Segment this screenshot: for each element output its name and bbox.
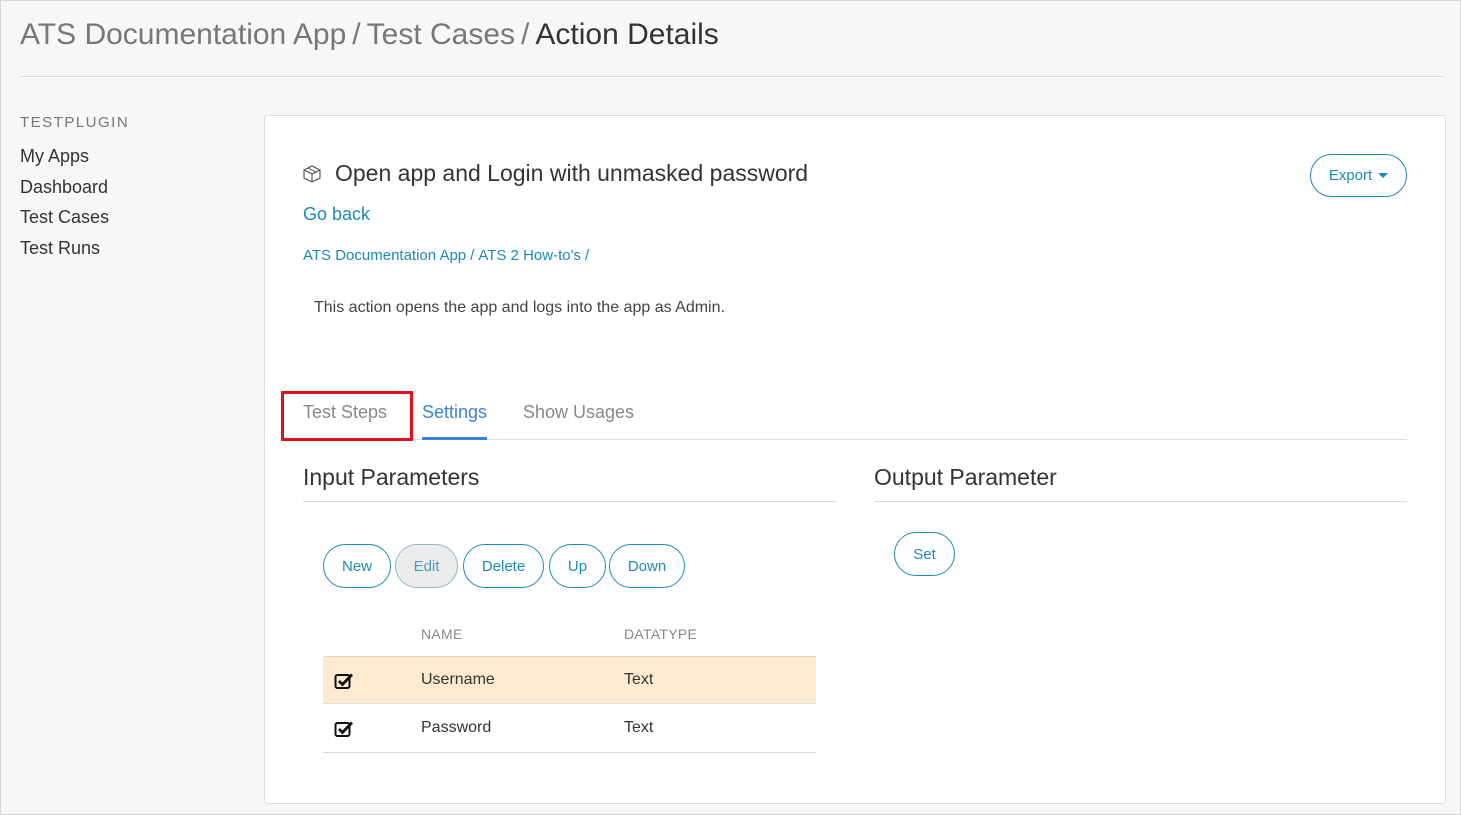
path-separator: / [584, 247, 590, 264]
path-item-app[interactable]: ATS Documentation App [303, 247, 466, 264]
breadcrumb-app[interactable]: ATS Documentation App [20, 18, 346, 51]
breadcrumb: ATS Documentation App / Test Cases / Action … [20, 15, 1444, 55]
breadcrumb-section[interactable]: Test Cases [367, 18, 515, 51]
edit-button[interactable]: Edit [395, 544, 458, 588]
input-parameters-title: Input Parameters [303, 464, 836, 502]
action-title: Open app and Login with unmasked passwor… [335, 160, 809, 186]
action-description: This action opens the app and logs into … [314, 299, 725, 316]
new-button[interactable]: New [323, 544, 391, 588]
parameter-name: Username [421, 671, 495, 688]
path-separator: / [470, 247, 475, 264]
sidebar-item-my-apps[interactable]: My Apps [20, 141, 240, 172]
highlight-box [281, 391, 413, 441]
breadcrumb-current: Action Details [535, 18, 719, 51]
delete-button[interactable]: Delete [463, 544, 544, 588]
breadcrumb-separator: / [521, 18, 530, 51]
export-button[interactable]: Export [1310, 154, 1407, 197]
action-title-row: Open app and Login with unmasked passwor… [302, 160, 808, 187]
sidebar-item-test-cases[interactable]: Test Cases [20, 202, 240, 233]
sidebar-item-test-runs[interactable]: Test Runs [20, 233, 240, 264]
checkbox-checked-icon[interactable] [334, 672, 354, 690]
cube-icon [303, 164, 321, 183]
sidebar: TESTPLUGIN My Apps Dashboard Test Cases … [20, 114, 240, 263]
output-parameter-title: Output Parameter [874, 464, 1407, 502]
checkbox-checked-icon[interactable] [334, 720, 354, 738]
sidebar-item-dashboard[interactable]: Dashboard [20, 172, 240, 203]
down-button[interactable]: Down [609, 544, 685, 588]
path-item-folder[interactable]: ATS 2 How-to's [478, 247, 581, 264]
up-button[interactable]: Up [549, 544, 606, 588]
parameter-datatype: Text [624, 719, 654, 736]
parameter-datatype: Text [624, 671, 654, 688]
go-back-link[interactable]: Go back [303, 204, 370, 225]
set-button[interactable]: Set [894, 532, 955, 576]
tab-settings[interactable]: Settings [422, 402, 488, 440]
breadcrumb-separator: / [352, 18, 361, 51]
tab-bar: Test Steps Settings Show Usages [303, 388, 1407, 440]
parameter-name: Password [421, 719, 492, 736]
table-row[interactable]: Username Text [323, 656, 816, 704]
table-row[interactable]: Password Text [323, 705, 816, 753]
action-path: ATS Documentation App / ATS 2 How-to's / [303, 247, 593, 264]
caret-down-icon [1378, 173, 1389, 178]
column-header-name[interactable]: NAME [421, 626, 463, 642]
tab-show-usages[interactable]: Show Usages [523, 402, 634, 440]
action-details-card: Open app and Login with unmasked passwor… [264, 115, 1446, 804]
export-button-label: Export [1328, 167, 1373, 184]
page-header: ATS Documentation App / Test Cases / Action … [20, 15, 1444, 77]
sidebar-heading: TESTPLUGIN [20, 114, 130, 131]
column-header-datatype[interactable]: DATATYPE [624, 626, 697, 642]
